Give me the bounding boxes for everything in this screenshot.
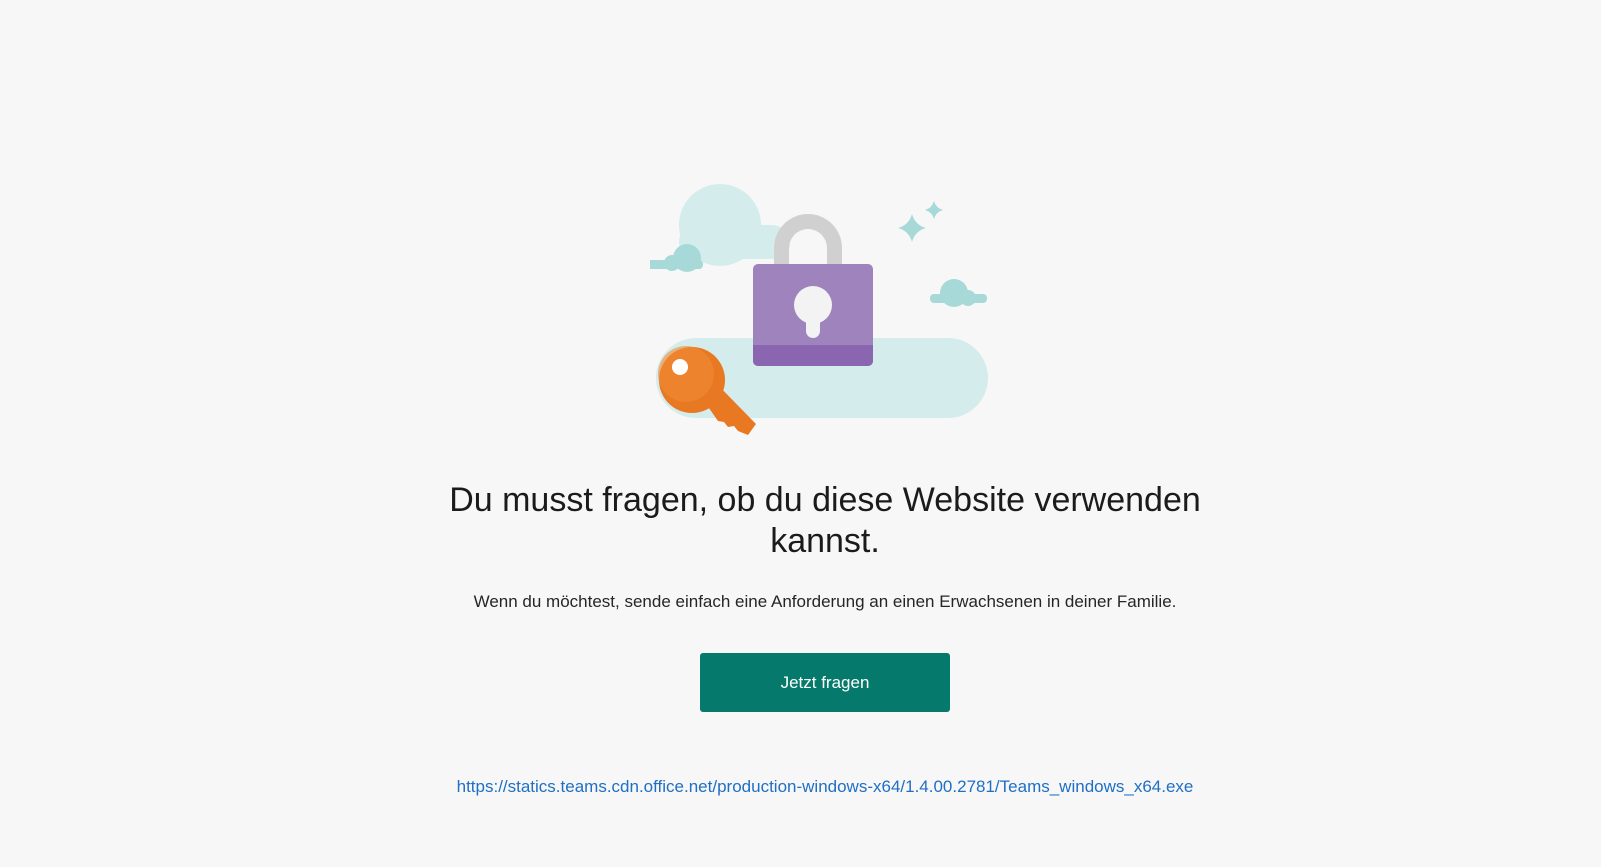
sparkle-icon (898, 201, 943, 242)
blocked-site-page: Du musst fragen, ob du diese Website ver… (0, 0, 1601, 867)
page-title: Du musst fragen, ob du diese Website ver… (449, 481, 1201, 560)
locked-site-illustration (650, 180, 990, 450)
cloud-icon (930, 279, 987, 307)
locked-site-illustration-svg (650, 184, 988, 435)
ask-now-button[interactable]: Jetzt fragen (700, 653, 950, 712)
cloud-icon (650, 244, 703, 272)
page-description: Wenn du möchtest, sende einfach eine Anf… (473, 592, 1177, 611)
requested-url-link[interactable]: https://statics.teams.cdn.office.net/pro… (400, 777, 1250, 797)
